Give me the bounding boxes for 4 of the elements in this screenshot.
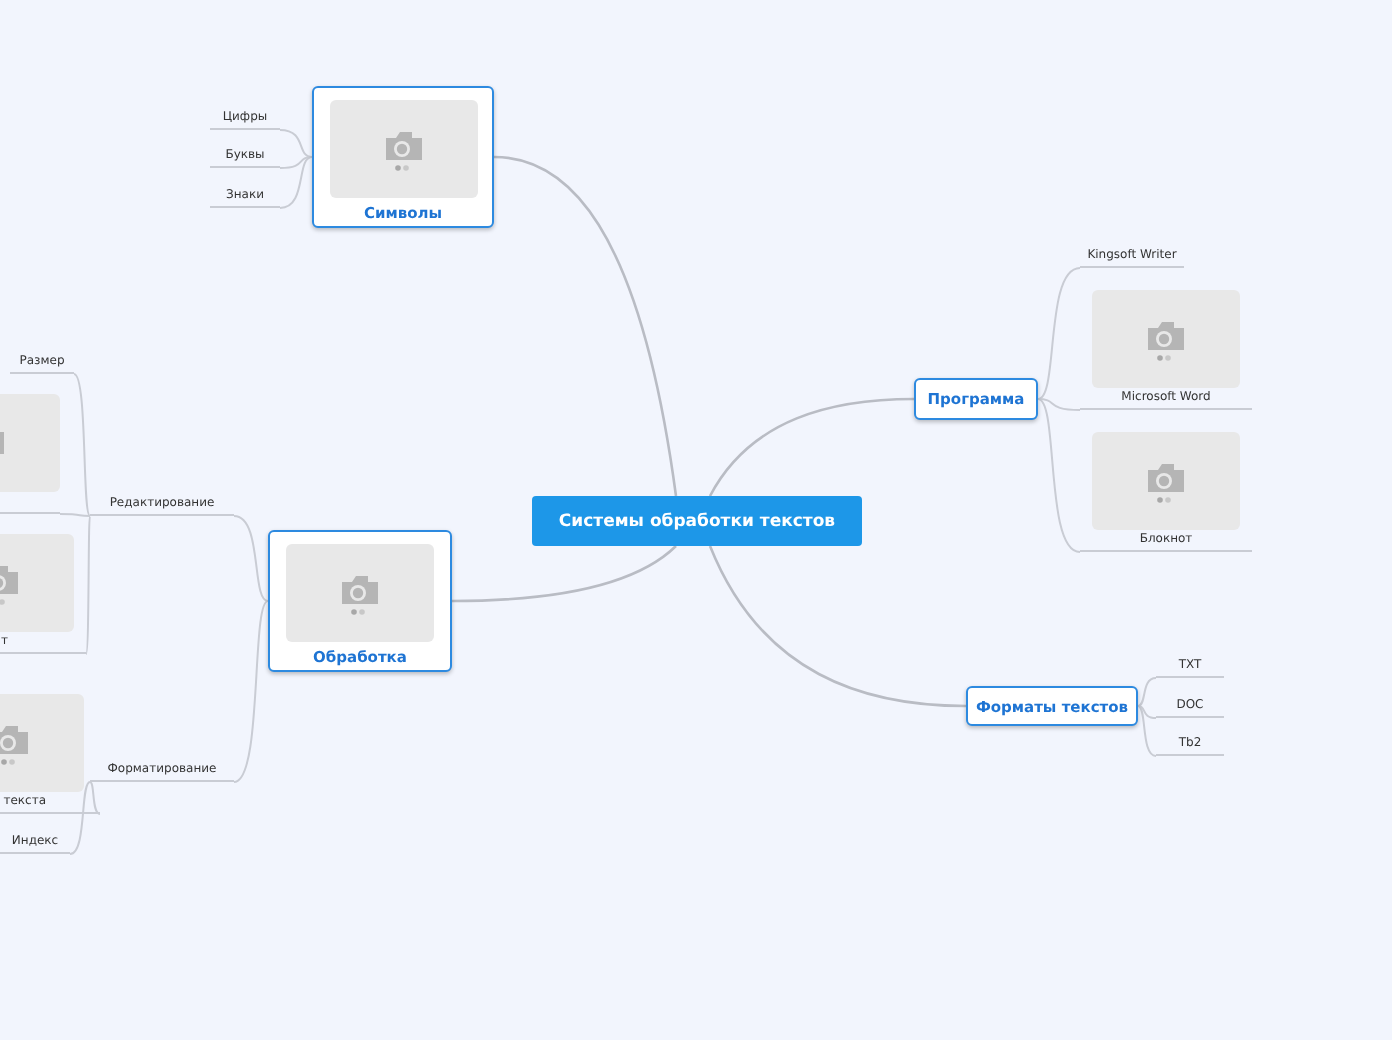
camera-icon <box>381 127 425 171</box>
camera-icon <box>338 571 382 615</box>
camera-icon <box>1144 459 1188 503</box>
camera-icon <box>1144 317 1188 361</box>
